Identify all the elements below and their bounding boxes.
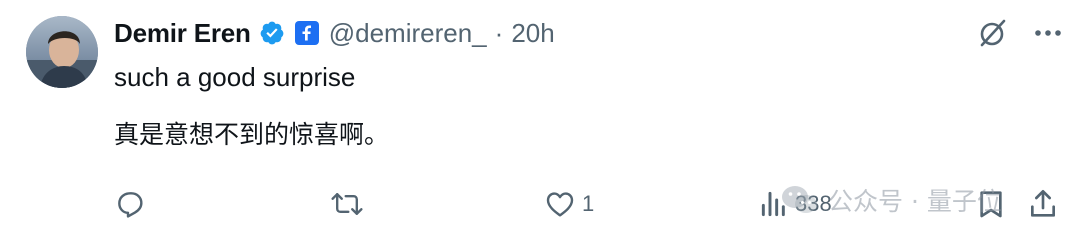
avatar-image (26, 16, 98, 88)
views-count: 338 (795, 191, 832, 216)
like-button[interactable]: 1 (544, 182, 594, 226)
timestamp[interactable]: 20h (511, 18, 554, 49)
grok-icon[interactable] (976, 16, 1010, 50)
bookmark-icon (980, 191, 1002, 218)
views-button[interactable]: 338 (759, 182, 832, 226)
like-count: 1 (582, 191, 595, 216)
avatar[interactable] (26, 16, 98, 88)
affiliate-badge-icon[interactable] (294, 21, 319, 45)
heart-icon (546, 192, 574, 217)
verified-badge-icon[interactable] (259, 20, 285, 46)
display-name[interactable]: Demir Eren (114, 18, 251, 49)
tweet-text-line: such a good surprise (114, 62, 356, 92)
share-icon (1031, 190, 1055, 217)
bookmark-button[interactable] (976, 182, 1006, 226)
tweet-text-line: 真是意想不到的惊喜啊。 (114, 120, 390, 149)
share-button[interactable] (1028, 182, 1058, 226)
retweet-button[interactable] (330, 182, 370, 226)
header-separator: · (494, 17, 504, 48)
top-actions (976, 16, 1062, 50)
retweet-icon (331, 193, 363, 215)
user-handle[interactable]: @demireren_ (329, 18, 487, 49)
reply-icon (118, 192, 143, 218)
reply-button[interactable] (114, 182, 152, 226)
views-icon (761, 191, 785, 217)
tweet-action-bar: 1 338 (114, 182, 1062, 226)
more-icon[interactable] (1034, 29, 1062, 37)
tweet-header: Demir Eren @demireren_ · 20h (114, 15, 555, 51)
